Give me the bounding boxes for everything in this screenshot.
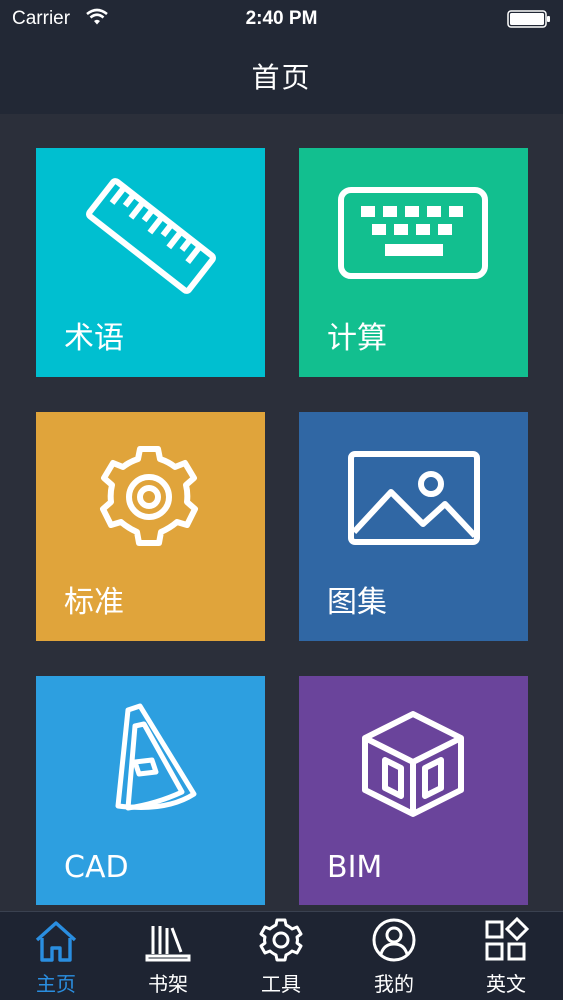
- tile-calculate[interactable]: 计算: [299, 148, 528, 377]
- tile-standards-label: 标准: [64, 585, 124, 620]
- tab-mine-label: 我的: [374, 972, 414, 996]
- tab-tools[interactable]: 工具: [225, 912, 337, 1000]
- battery-icon: [507, 10, 550, 28]
- tile-cad[interactable]: CAD: [36, 676, 265, 905]
- apps-icon: [485, 916, 530, 961]
- tab-mine[interactable]: 我的: [338, 912, 450, 1000]
- clock: 2:40 PM: [245, 8, 318, 29]
- top-bar: Carrier 2:40 PM 首页: [0, 0, 563, 114]
- tab-english[interactable]: 英文: [450, 912, 562, 1000]
- tile-atlas-label: 图集: [327, 585, 387, 620]
- home-screen: Carrier 2:40 PM 首页 术语 计算 标准 图集 CAD BIM 主…: [0, 0, 563, 1000]
- tile-bim-label: BIM: [327, 850, 383, 885]
- tile-terms-label: 术语: [64, 321, 124, 356]
- tab-bar: 主页 书架 工具 我的 英文: [0, 911, 563, 1000]
- gear-icon: [259, 918, 303, 962]
- tab-home-label: 主页: [36, 972, 76, 996]
- tab-english-label: 英文: [486, 972, 526, 996]
- tab-bookshelf[interactable]: 书架: [112, 912, 224, 1000]
- tile-terms[interactable]: 术语: [36, 148, 265, 377]
- tile-atlas[interactable]: 图集: [299, 412, 528, 641]
- home-icon: [35, 921, 77, 962]
- tab-tools-label: 工具: [261, 972, 301, 996]
- user-icon: [372, 918, 416, 962]
- status-bar: Carrier 2:40 PM: [0, 0, 563, 40]
- tile-calculate-label: 计算: [327, 321, 387, 356]
- tile-bim[interactable]: BIM: [299, 676, 528, 905]
- tile-cad-label: CAD: [64, 850, 129, 885]
- page-title: 首页: [251, 61, 312, 94]
- bookshelf-icon: [145, 926, 191, 962]
- tile-standards[interactable]: 标准: [36, 412, 265, 641]
- tab-bookshelf-label: 书架: [148, 972, 188, 996]
- tab-home[interactable]: 主页: [0, 912, 112, 1000]
